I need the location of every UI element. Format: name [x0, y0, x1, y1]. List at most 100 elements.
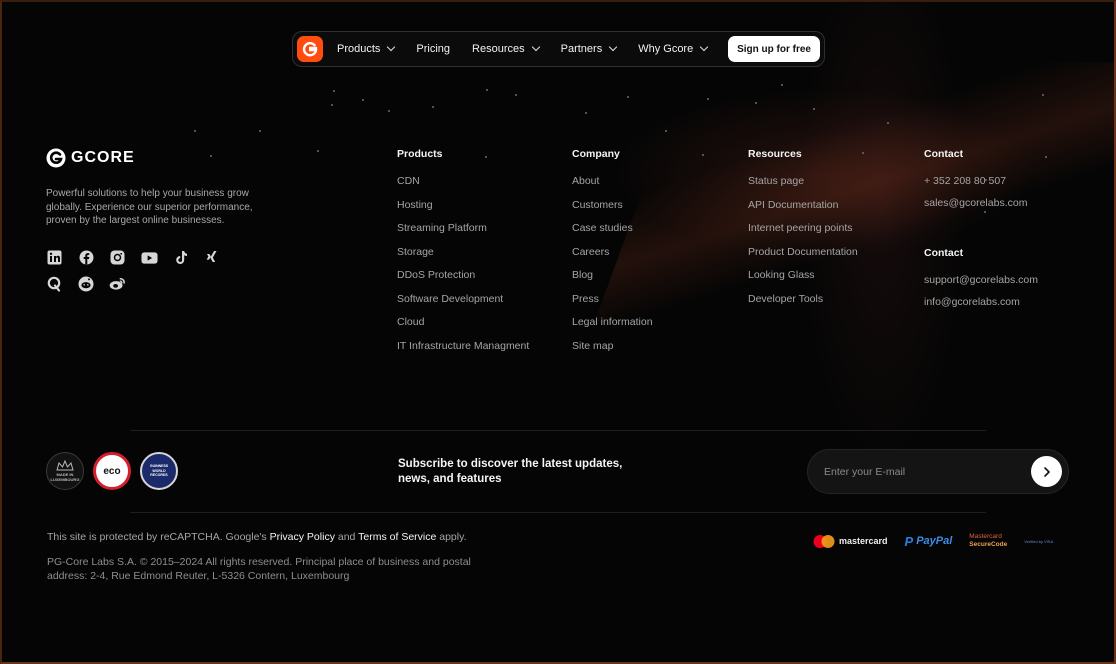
social-row-2 [46, 275, 141, 292]
contact-info-email-link[interactable]: info@gcorelabs.com [924, 295, 1038, 319]
footer-link-product-documentation[interactable]: Product Documentation [748, 245, 858, 269]
star-dot [259, 130, 261, 132]
contact-support-email-link[interactable]: support@gcorelabs.com [924, 273, 1038, 295]
gcore-logo-icon[interactable] [297, 36, 323, 62]
mastercard-text: mastercard [839, 536, 888, 546]
guinness-badge: GUINNESS WORLD RECORDS [140, 452, 178, 490]
verified-by-visa-text: Verified by VISA [1024, 538, 1054, 544]
footer-link-legal-information[interactable]: Legal information [572, 315, 653, 339]
nav-pricing-label: Pricing [416, 43, 451, 55]
nav-why-gcore-label: Why Gcore [638, 43, 694, 55]
paypal-text: PayPal [916, 535, 953, 547]
made-in-luxembourg-badge: MADE IN LUXEMBOURG [46, 452, 84, 490]
footer-link-streaming-platform[interactable]: Streaming Platform [397, 221, 529, 245]
star-dot [781, 84, 783, 86]
terms-of-service-link[interactable]: Terms of Service [358, 531, 436, 543]
nav-resources[interactable]: Resources [472, 42, 540, 55]
footer-brand[interactable]: GCORE [46, 148, 135, 168]
signup-button[interactable]: Sign up for free [728, 36, 820, 62]
privacy-policy-link[interactable]: Privacy Policy [270, 531, 335, 543]
star-dot [210, 155, 212, 157]
star-dot [887, 122, 889, 124]
star-dot [755, 102, 757, 104]
paypal-icon: P [904, 533, 914, 549]
subscribe-submit-button[interactable] [1031, 456, 1062, 487]
reddit-icon[interactable] [78, 275, 95, 292]
footer-link-blog[interactable]: Blog [572, 268, 653, 292]
top-navigation: Products Pricing Resources Partners Why … [292, 31, 825, 67]
email-subscribe-form [807, 449, 1069, 494]
resources-column: Resources Status page API Documentation … [748, 148, 858, 315]
star-dot [813, 108, 815, 110]
footer-link-cloud[interactable]: Cloud [397, 315, 529, 339]
chevron-right-icon [1043, 466, 1050, 477]
nav-resources-label: Resources [472, 43, 525, 55]
quora-icon[interactable] [46, 275, 63, 292]
crown-icon [56, 460, 74, 471]
securecode-line2: SecureCode [969, 541, 1008, 548]
guinness-badge-text: GUINNESS WORLD RECORDS [149, 464, 169, 478]
footer-link-cdn[interactable]: CDN [397, 174, 529, 198]
divider [130, 430, 986, 431]
footer-link-hosting[interactable]: Hosting [397, 198, 529, 222]
resources-heading: Resources [748, 148, 802, 160]
footer-link-api-documentation[interactable]: API Documentation [748, 198, 858, 222]
star-dot [432, 106, 434, 108]
paypal-logo: P PayPal [905, 534, 953, 549]
footer-link-peering-points[interactable]: Internet peering points [748, 221, 858, 245]
weibo-icon[interactable] [109, 275, 126, 292]
star-dot [486, 89, 488, 91]
contact-heading: Contact [924, 247, 964, 259]
footer-link-looking-glass[interactable]: Looking Glass [748, 268, 858, 292]
contact-heading: Contact [924, 148, 964, 160]
recaptcha-apply: apply. [439, 531, 467, 543]
star-dot [317, 150, 319, 152]
star-dot [362, 99, 364, 101]
footer-link-ddos-protection[interactable]: DDoS Protection [397, 268, 529, 292]
facebook-icon[interactable] [78, 249, 95, 266]
xing-icon[interactable] [204, 249, 221, 266]
eco-badge-text: eco [103, 465, 121, 477]
footer-link-software-development[interactable]: Software Development [397, 292, 529, 316]
footer-link-status-page[interactable]: Status page [748, 174, 858, 198]
copyright-text: PG-Core Labs S.A. © 2015–2024 All rights… [47, 556, 471, 582]
linkedin-icon[interactable] [46, 249, 63, 266]
footer-link-customers[interactable]: Customers [572, 198, 653, 222]
page-frame: Products Pricing Resources Partners Why … [0, 0, 1116, 664]
nav-pricing[interactable]: Pricing [416, 43, 450, 55]
footer-link-developer-tools[interactable]: Developer Tools [748, 292, 858, 316]
mastercard-icon [813, 534, 835, 548]
contact-sales-email-link[interactable]: sales@gcorelabs.com [924, 196, 1027, 220]
star-dot [515, 94, 517, 96]
footer-link-careers[interactable]: Careers [572, 245, 653, 269]
verified-by-visa-logo: Verified by VISA [1024, 538, 1054, 544]
nav-products[interactable]: Products [337, 42, 396, 55]
footer-link-it-infrastructure[interactable]: IT Infrastructure Managment [397, 339, 529, 363]
footer-link-site-map[interactable]: Site map [572, 339, 653, 363]
nav-why-gcore[interactable]: Why Gcore [638, 42, 709, 55]
recaptcha-notice: This site is protected by reCAPTCHA. Goo… [47, 531, 467, 543]
chevron-down-icon [699, 42, 709, 52]
chevron-down-icon [531, 42, 540, 52]
youtube-icon[interactable] [140, 249, 158, 266]
nav-partners[interactable]: Partners [561, 42, 618, 55]
star-dot [862, 152, 864, 154]
footer-link-storage[interactable]: Storage [397, 245, 529, 269]
star-dot [707, 98, 709, 100]
star-dot [333, 90, 335, 92]
footer-link-case-studies[interactable]: Case studies [572, 221, 653, 245]
contact-phone-link[interactable]: + 352 208 80 507 [924, 174, 1027, 196]
contact-sales-column: Contact + 352 208 80 507 sales@gcorelabs… [924, 148, 1027, 220]
star-dot [627, 96, 629, 98]
securecode-line1: Mastercard [969, 533, 1002, 540]
star-dot [702, 154, 704, 156]
footer-link-press[interactable]: Press [572, 292, 653, 316]
tiktok-icon[interactable] [172, 249, 189, 266]
contact-support-column: Contact support@gcorelabs.com info@gcore… [924, 247, 1038, 319]
footer-link-about[interactable]: About [572, 174, 653, 198]
company-column: Company About Customers Case studies Car… [572, 148, 653, 362]
email-input[interactable] [824, 465, 1031, 478]
star-dot [585, 112, 587, 114]
mastercard-logo: mastercard [812, 534, 888, 549]
instagram-icon[interactable] [109, 249, 126, 266]
